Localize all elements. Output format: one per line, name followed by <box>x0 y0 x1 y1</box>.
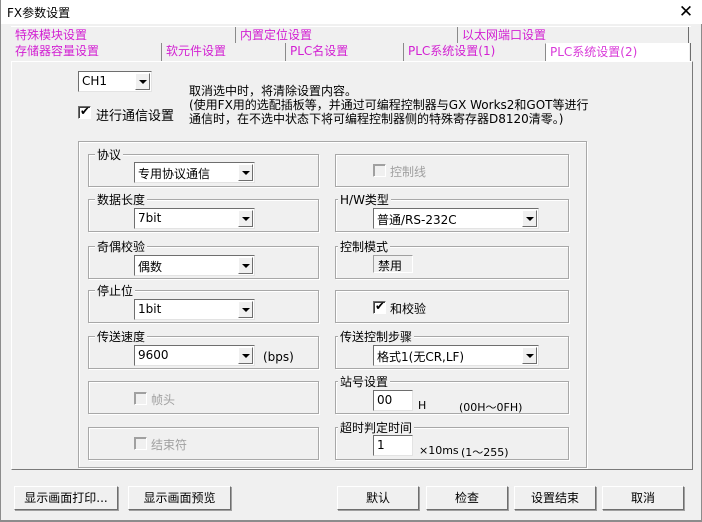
transmission-procedure-select[interactable]: 格式1(无CR,LF) <box>373 345 539 366</box>
parity-select[interactable]: 偶数 <box>134 255 255 276</box>
channel-value: CH1 <box>82 74 108 88</box>
stop-bit-value: 1bit <box>138 302 162 316</box>
terminator-label: 结束符 <box>151 438 188 452</box>
station-number-range: (00H～0FH) <box>459 401 523 414</box>
transmission-procedure-value: 格式1(无CR,LF) <box>377 350 465 364</box>
preview-screen-button[interactable]: 显示画面预览 <box>128 486 231 510</box>
timeout-title: 超时判定时间 <box>338 419 415 436</box>
control-line-group <box>335 154 569 187</box>
control-mode-group: 控制模式 <box>335 238 569 279</box>
station-number-group: 站号设置 <box>335 373 569 414</box>
hw-type-select[interactable]: 普通/RS-232C <box>373 208 539 229</box>
terminator-group <box>88 427 319 460</box>
check-button[interactable]: 检查 <box>426 486 508 510</box>
comm-setting-label: 进行通信设置 <box>96 109 175 124</box>
baud-rate-value: 9600 <box>138 348 169 362</box>
chevron-down-icon[interactable] <box>522 210 537 227</box>
parity-title: 奇偶校验 <box>95 238 148 255</box>
close-icon[interactable]: ✕ <box>675 1 697 23</box>
data-length-value: 7bit <box>138 211 162 225</box>
checkmark-icon: ✔ <box>80 104 91 118</box>
control-line-checkbox[interactable] <box>373 164 386 177</box>
title-bar: FX参数设置 ✕ <box>1 0 702 24</box>
sum-check-group <box>335 290 569 323</box>
station-number-title: 站号设置 <box>338 373 391 390</box>
chevron-down-icon[interactable] <box>135 73 150 90</box>
stop-bit-select[interactable]: 1bit <box>134 299 255 320</box>
print-screen-button[interactable]: 显示画面打印... <box>14 486 118 510</box>
terminator-checkbox[interactable] <box>134 437 147 450</box>
parity-value: 偶数 <box>138 260 163 274</box>
control-line-label: 控制线 <box>390 165 427 179</box>
chevron-down-icon[interactable] <box>238 210 253 227</box>
hw-type-title: H/W类型 <box>338 191 391 208</box>
timeout-input[interactable]: 1 <box>373 435 413 456</box>
station-number-input[interactable]: 00 <box>373 390 413 411</box>
chevron-down-icon[interactable] <box>238 164 253 181</box>
control-mode-title: 控制模式 <box>338 238 391 255</box>
window-title: FX参数设置 <box>7 6 71 20</box>
data-length-select[interactable]: 7bit <box>134 208 255 229</box>
header-group <box>88 381 319 414</box>
cancel-button[interactable]: 取消 <box>602 486 684 510</box>
chevron-down-icon[interactable] <box>238 347 253 364</box>
tab-row-2: 存储器容量设置 软元件设置 PLC名设置 PLC系统设置(1) PLC系统设置(… <box>11 43 691 61</box>
header-label: 帧头 <box>151 393 176 407</box>
description-text: 取消选中时，将清除设置内容。 (使用FX用的选配插板等，并通过可编程控制器与GX… <box>189 84 589 126</box>
channel-select[interactable]: CH1 <box>78 71 152 92</box>
finish-settings-button[interactable]: 设置结束 <box>514 486 596 510</box>
description-line-2: (使用FX用的选配插板等，并通过可编程控制器与GX Works2和GOT等进行 <box>189 98 589 112</box>
timeout-unit: ×10ms <box>419 444 459 457</box>
station-number-unit: H <box>418 399 427 412</box>
tab-plc-system-2[interactable]: PLC系统设置(2) <box>545 43 689 61</box>
control-mode-value: 禁用 <box>373 255 413 273</box>
fx-parameter-dialog: FX参数设置 ✕ 特殊模块设置 内置定位设置 以太网端口设置 存储器容量设置 软… <box>0 0 702 522</box>
baud-rate-select[interactable]: 9600 <box>134 345 255 366</box>
tab-row-1: 特殊模块设置 内置定位设置 以太网端口设置 <box>11 26 691 45</box>
sum-check-label: 和校验 <box>390 302 427 316</box>
chevron-down-icon[interactable] <box>238 257 253 274</box>
tab-memory-capacity[interactable]: 存储器容量设置 <box>11 43 161 61</box>
tab-device[interactable]: 软元件设置 <box>161 43 285 61</box>
protocol-select[interactable]: 专用协议通信 <box>134 162 255 183</box>
tab-row-edge <box>689 43 691 61</box>
tab-plc-system-1[interactable]: PLC系统设置(1) <box>403 43 545 61</box>
chevron-down-icon[interactable] <box>238 301 253 318</box>
hw-type-value: 普通/RS-232C <box>377 213 457 227</box>
description-line-3: 通信时，在不选中状态下将可编程控制器侧的特殊寄存器D8120清零。) <box>189 112 564 126</box>
timeout-range: (1～255) <box>461 446 509 459</box>
transmission-procedure-title: 传送控制步骤 <box>338 328 415 345</box>
stop-bit-title: 停止位 <box>95 282 136 299</box>
comm-setting-checkbox[interactable]: ✔ <box>78 104 91 119</box>
default-button[interactable]: 默认 <box>337 486 419 510</box>
tab-plc-name[interactable]: PLC名设置 <box>285 43 403 61</box>
data-length-title: 数据长度 <box>95 191 148 208</box>
protocol-title: 协议 <box>95 146 124 163</box>
protocol-value: 专用协议通信 <box>138 167 211 181</box>
description-line-1: 取消选中时，将清除设置内容。 <box>189 84 358 98</box>
baud-rate-title: 传送速度 <box>95 328 148 345</box>
sum-check-checkbox[interactable]: ✔ <box>373 299 386 314</box>
baud-rate-unit: (bps) <box>263 350 294 364</box>
checkmark-icon: ✔ <box>375 299 386 313</box>
header-checkbox[interactable] <box>134 392 147 405</box>
chevron-down-icon[interactable] <box>522 347 537 364</box>
